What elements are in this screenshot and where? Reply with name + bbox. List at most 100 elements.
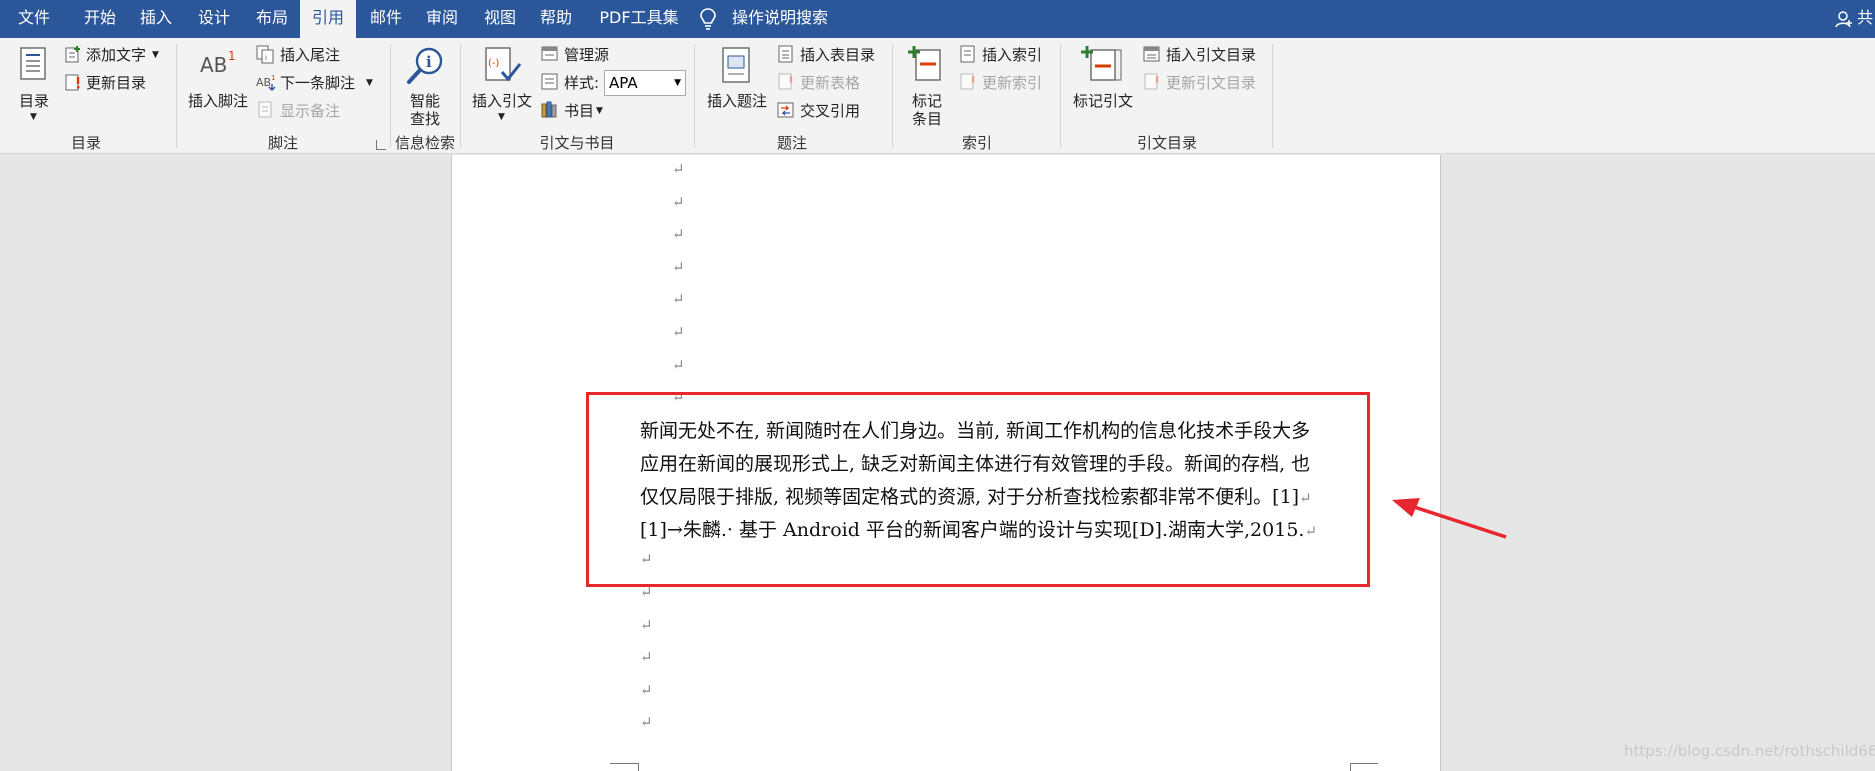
paragraph-mark: ↵ (672, 193, 685, 211)
update-table-button[interactable]: 更新表格 (776, 72, 876, 94)
citation-style-select[interactable]: APA ▼ (604, 70, 686, 96)
update-toa-icon (1144, 73, 1159, 90)
bibliography-button[interactable]: 书目 ▼ (540, 100, 620, 122)
insert-citation-button[interactable]: (-) 插入引文 ▼ (470, 46, 534, 130)
insert-endnote-button[interactable]: i 插入尾注 (256, 44, 356, 66)
mark-entry-label-2: 条目 (911, 110, 942, 128)
svg-text:1: 1 (228, 49, 236, 63)
style-label-group: 样式: (540, 72, 604, 94)
svg-text:AB: AB (256, 76, 271, 89)
bibliography-icon (541, 101, 557, 118)
toc-button[interactable]: 目录 ▼ (16, 46, 52, 126)
tab-help[interactable]: 帮助 (532, 0, 580, 38)
show-notes-icon (258, 101, 272, 118)
toc-button-label: 目录 (18, 92, 49, 110)
update-toc-button[interactable]: 更新目录 (64, 72, 164, 94)
paragraph-mark: ↵ (672, 323, 685, 341)
update-table-icon (65, 74, 80, 91)
ribbon-panel: 目录 ▼ 添加文字 ▼ 更新目录 目录 AB 1 插入脚注 i 插入尾注 AB … (0, 38, 1875, 154)
svg-text:i: i (265, 54, 267, 62)
tab-pdf-tools[interactable]: PDF工具集 (590, 0, 688, 38)
group-label-research: 信息检索 (394, 134, 455, 152)
insert-footnote-label: 插入脚注 (187, 92, 248, 110)
paragraph-mark: ↵ (640, 648, 653, 666)
manage-sources-label: 管理源 (564, 46, 610, 64)
tab-file[interactable]: 文件 (0, 0, 68, 38)
group-label-index: 索引 (961, 134, 992, 152)
svg-text:AB: AB (200, 53, 227, 77)
tab-mailings[interactable]: 邮件 (362, 0, 410, 38)
update-toa-button[interactable]: 更新引文目录 (1142, 72, 1268, 94)
group-divider (390, 44, 391, 148)
cross-reference-label: 交叉引用 (800, 102, 861, 120)
group-divider (176, 44, 177, 148)
mark-citation-button[interactable]: 标记引文 (1070, 44, 1136, 130)
crop-mark (1350, 763, 1378, 764)
insert-index-button[interactable]: 插入索引 (958, 44, 1054, 66)
smart-lookup-label-1: 智能 (409, 92, 440, 110)
svg-text:(-): (-) (488, 58, 500, 69)
chevron-down-icon: ▼ (30, 112, 37, 122)
update-toc-label: 更新目录 (86, 74, 147, 92)
update-table-icon (778, 73, 793, 90)
insert-endnote-label: 插入尾注 (280, 46, 341, 64)
update-index-button[interactable]: 更新索引 (958, 72, 1054, 94)
lightbulb-icon (700, 8, 716, 30)
insert-citation-label: 插入引文 (471, 92, 532, 110)
manage-sources-button[interactable]: 管理源 (540, 44, 630, 66)
dialog-launcher-icon[interactable] (376, 140, 386, 150)
tell-me-label: 操作说明搜索 (732, 8, 829, 27)
paragraph-mark: ↵ (640, 616, 653, 634)
insert-toa-button[interactable]: 插入引文目录 (1142, 44, 1268, 66)
insert-toa-icon (1143, 46, 1160, 62)
smart-lookup-button[interactable]: i 智能 查找 (400, 46, 450, 130)
insert-table-of-figures-label: 插入表目录 (800, 46, 876, 64)
next-footnote-label: 下一条脚注 (280, 74, 356, 92)
paragraph-mark: ↵ (640, 713, 653, 731)
tab-design[interactable]: 设计 (190, 0, 238, 38)
mark-entry-label-1: 标记 (911, 92, 942, 110)
tab-layout[interactable]: 布局 (248, 0, 296, 38)
insert-caption-label: 插入题注 (706, 92, 767, 110)
tab-home[interactable]: 开始 (76, 0, 124, 38)
group-divider (892, 44, 893, 148)
person-icon (1835, 11, 1852, 28)
paragraph-mark: ↵ (672, 356, 685, 374)
tab-view[interactable]: 视图 (476, 0, 524, 38)
next-footnote-button[interactable]: AB 1 下一条脚注 ▼ (256, 72, 380, 94)
group-label-toa: 引文目录 (1136, 134, 1197, 152)
mark-citation-icon (1081, 46, 1122, 81)
chevron-down-icon: ▼ (596, 106, 603, 116)
smart-lookup-label-2: 查找 (409, 110, 440, 128)
group-label-footnotes: 脚注 (267, 134, 298, 152)
update-toa-label: 更新引文目录 (1166, 74, 1257, 92)
chevron-down-icon: ▼ (152, 50, 159, 60)
show-notes-button[interactable]: 显示备注 (256, 100, 356, 122)
insert-footnote-button[interactable]: AB 1 插入脚注 (186, 46, 250, 126)
cross-reference-icon (777, 102, 794, 118)
add-text-icon (65, 46, 80, 63)
insert-index-label: 插入索引 (982, 46, 1043, 64)
group-divider (694, 44, 695, 148)
crop-mark (638, 763, 639, 771)
insert-table-of-figures-button[interactable]: 插入表目录 (776, 44, 886, 66)
style-icon (541, 73, 558, 90)
cross-reference-button[interactable]: 交叉引用 (776, 100, 876, 122)
insert-caption-icon (722, 47, 750, 83)
group-label-toc: 目录 (70, 134, 101, 152)
add-text-button[interactable]: 添加文字 ▼ (64, 44, 174, 66)
tab-review[interactable]: 审阅 (418, 0, 466, 38)
add-text-label: 添加文字 (86, 46, 147, 64)
paragraph-mark: ↵ (672, 225, 685, 243)
mark-entry-icon (908, 46, 941, 81)
mark-entry-button[interactable]: 标记 条目 (902, 44, 952, 130)
group-label-captions: 题注 (776, 134, 807, 152)
table-of-figures-icon (778, 45, 793, 63)
tab-references[interactable]: 引用 (300, 0, 356, 38)
svg-text:1: 1 (271, 74, 275, 82)
next-footnote-icon: AB 1 (256, 74, 276, 91)
tab-insert[interactable]: 插入 (132, 0, 180, 38)
group-divider (460, 44, 461, 148)
table-of-contents-icon (20, 47, 46, 80)
insert-caption-button[interactable]: 插入题注 (704, 46, 770, 130)
